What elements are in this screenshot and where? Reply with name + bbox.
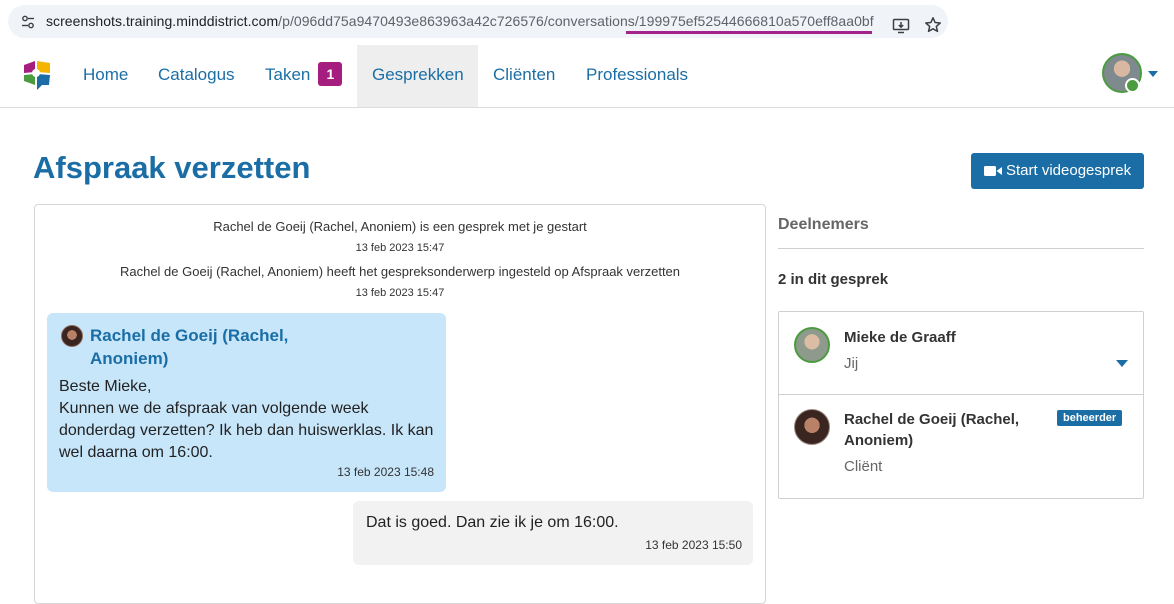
participant-row: Rachel de Goeij (Rachel, Anoniem) beheer…: [779, 395, 1143, 498]
admin-badge: beheerder: [1057, 410, 1123, 426]
nav-home-label: Home: [83, 65, 129, 84]
nav-catalogus[interactable]: Catalogus: [143, 45, 250, 107]
site-settings-icon[interactable]: [20, 14, 36, 30]
participants-count: 2 in dit gesprek: [778, 271, 889, 288]
nav-gesprekken-label: Gesprekken: [372, 65, 464, 84]
nav-catalogus-label: Catalogus: [158, 65, 235, 84]
participant-role: Cliënt: [844, 458, 883, 475]
system-message: Rachel de Goeij (Rachel, Anoniem) is een…: [213, 219, 587, 234]
system-message-time: 13 feb 2023 15:47: [355, 287, 445, 299]
nav-professionals[interactable]: Professionals: [571, 45, 703, 107]
participant-role: Jij: [844, 355, 859, 372]
url-path: /p/096dd75a9470493e863963a42c726576/conv…: [278, 13, 639, 29]
nav-home[interactable]: Home: [68, 45, 143, 107]
video-camera-icon: [984, 166, 1002, 176]
main-nav: Home Catalogus Taken 1 Gesprekken Cliënte…: [0, 45, 1174, 108]
start-video-call-label: Start videogesprek: [1006, 162, 1132, 179]
nav-clienten-label: Cliënten: [493, 65, 556, 84]
bookmark-star-icon[interactable]: [924, 16, 942, 34]
divider: [778, 248, 1144, 249]
outgoing-message: Dat is goed. Dan zie ik je om 16:00. 13 …: [353, 501, 753, 565]
start-video-call-button[interactable]: Start videogesprek: [971, 153, 1144, 189]
browser-toolbar: screenshots.training.minddistrict.com/p/…: [0, 0, 1174, 45]
url-text[interactable]: screenshots.training.minddistrict.com/p/…: [46, 13, 874, 29]
nav-clienten[interactable]: Cliënten: [478, 45, 570, 107]
sender-avatar: [61, 325, 83, 347]
participants-list: Mieke de Graaff Jij Rachel de Goeij (Rac…: [778, 311, 1144, 499]
incoming-message: Rachel de Goeij (Rachel, Anoniem) Beste …: [47, 313, 446, 492]
nav-professionals-label: Professionals: [586, 65, 689, 84]
url-id-underline: [626, 31, 872, 34]
url-host: screenshots.training.minddistrict.com: [46, 13, 279, 29]
message-time: 13 feb 2023 15:48: [337, 465, 434, 479]
participant-avatar: [794, 327, 830, 363]
participant-name: Rachel de Goeij (Rachel, Anoniem): [844, 411, 1020, 449]
system-message-time: 13 feb 2023 15:47: [355, 242, 445, 254]
nav-taken[interactable]: Taken 1: [250, 45, 357, 107]
message-author: Rachel de Goeij (Rachel, Anoniem): [90, 326, 289, 368]
participant-avatar: [794, 409, 830, 445]
participants-heading: Deelnemers: [778, 216, 869, 233]
nav-gesprekken[interactable]: Gesprekken: [357, 45, 478, 107]
minddistrict-logo[interactable]: [22, 59, 52, 91]
participant-options-chevron-down-icon[interactable]: [1116, 360, 1128, 367]
url-conversation-id: 199975ef52544666810a570eff8aa0bf: [638, 13, 874, 29]
participant-row[interactable]: Mieke de Graaff Jij: [779, 312, 1143, 395]
user-menu-chevron-down-icon[interactable]: [1148, 71, 1158, 77]
participant-name: Mieke de Graaff: [844, 329, 956, 346]
taken-count-badge: 1: [318, 62, 343, 86]
online-status-icon: [1125, 78, 1140, 93]
message-text: Beste Mieke, Kunnen we de afspraak van v…: [59, 378, 434, 461]
nav-taken-label: Taken: [265, 65, 311, 84]
message-text: Dat is goed. Dan zie ik je om 16:00.: [366, 514, 619, 531]
conversation-panel: Rachel de Goeij (Rachel, Anoniem) is een…: [34, 204, 766, 604]
install-app-icon[interactable]: [892, 17, 910, 35]
page-title: Afspraak verzetten: [33, 150, 311, 185]
system-message: Rachel de Goeij (Rachel, Anoniem) heeft …: [119, 264, 681, 279]
message-time: 13 feb 2023 15:50: [645, 538, 742, 552]
